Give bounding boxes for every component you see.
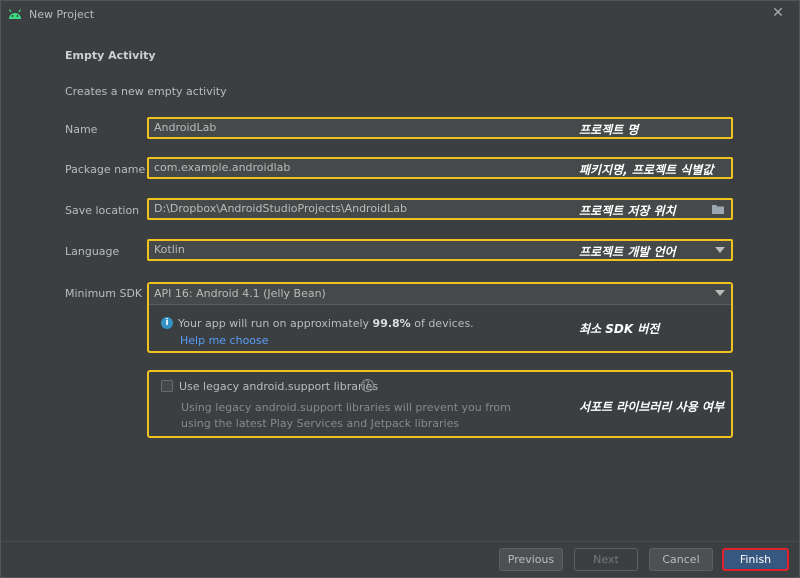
- window-title: New Project: [29, 8, 95, 21]
- min-sdk-section: API 16: Android 4.1 (Jelly Bean) i Your …: [147, 282, 733, 353]
- new-project-dialog: New Project ✕ Empty Activity Creates a n…: [0, 0, 800, 578]
- name-annotation: 프로젝트 명: [579, 123, 639, 137]
- min-sdk-label: Minimum SDK: [65, 287, 143, 300]
- page-title: Empty Activity: [65, 49, 156, 62]
- next-button[interactable]: Next: [574, 548, 638, 571]
- finish-button[interactable]: Finish: [722, 548, 789, 571]
- legacy-support-description: Using legacy android.support libraries w…: [181, 401, 511, 430]
- help-question-icon[interactable]: ?: [361, 379, 374, 392]
- legacy-support-label[interactable]: Use legacy android.support libraries: [179, 380, 378, 393]
- package-label: Package name: [65, 163, 146, 176]
- page-subtitle: Creates a new empty activity: [65, 85, 227, 98]
- chevron-down-icon[interactable]: [715, 247, 725, 253]
- save-location-annotation: 프로젝트 저장 위치: [579, 204, 676, 218]
- package-annotation: 패키지명, 프로젝트 식별값: [579, 163, 714, 177]
- name-field[interactable]: AndroidLab 프로젝트 명: [147, 117, 733, 139]
- language-select[interactable]: Kotlin 프로젝트 개발 언어: [147, 239, 733, 261]
- close-icon[interactable]: ✕: [771, 6, 785, 20]
- cancel-button[interactable]: Cancel: [649, 548, 713, 571]
- name-value: AndroidLab: [154, 121, 217, 134]
- save-location-value: D:\Dropbox\AndroidStudioProjects\Android…: [154, 202, 407, 215]
- android-icon: [8, 9, 22, 19]
- title-bar: New Project ✕: [1, 1, 799, 29]
- folder-icon[interactable]: [711, 203, 725, 215]
- save-location-label: Save location: [65, 204, 140, 217]
- name-label: Name: [65, 123, 98, 136]
- min-sdk-annotation: 최소 SDK 버전: [579, 322, 660, 336]
- language-value: Kotlin: [154, 243, 185, 256]
- legacy-support-section: Use legacy android.support libraries ? U…: [147, 370, 733, 438]
- device-coverage-text: Your app will run on approximately 99.8%…: [178, 317, 474, 330]
- package-value: com.example.androidlab: [154, 161, 291, 174]
- coverage-percent: 99.8%: [372, 317, 411, 330]
- previous-button[interactable]: Previous: [499, 548, 563, 571]
- info-icon: i: [161, 317, 173, 329]
- language-label: Language: [65, 245, 120, 258]
- help-me-choose-link[interactable]: Help me choose: [180, 334, 269, 347]
- package-name-field[interactable]: com.example.androidlab 패키지명, 프로젝트 식별값: [147, 157, 733, 179]
- min-sdk-select[interactable]: API 16: Android 4.1 (Jelly Bean): [149, 284, 731, 305]
- legacy-annotation: 서포트 라이브러리 사용 여부: [579, 400, 725, 414]
- legacy-support-checkbox[interactable]: [161, 380, 173, 392]
- language-annotation: 프로젝트 개발 언어: [579, 245, 676, 259]
- chevron-down-icon[interactable]: [715, 290, 725, 296]
- save-location-field[interactable]: D:\Dropbox\AndroidStudioProjects\Android…: [147, 198, 733, 220]
- min-sdk-value: API 16: Android 4.1 (Jelly Bean): [154, 287, 326, 300]
